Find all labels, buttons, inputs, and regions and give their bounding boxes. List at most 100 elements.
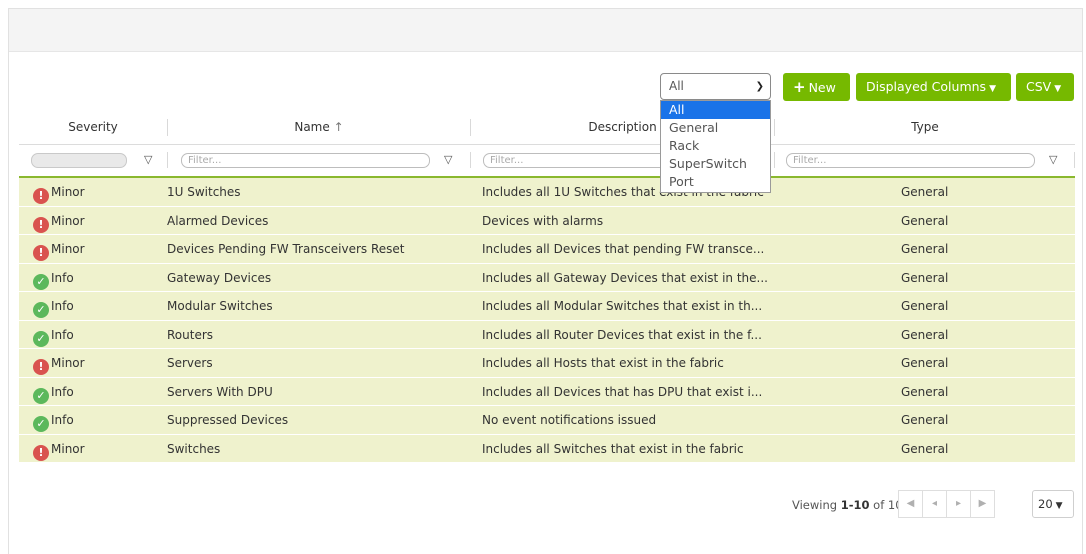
severity-label: Minor [51, 213, 85, 228]
column-header-name[interactable]: Name ↑ [168, 113, 470, 143]
severity-cell: ! Minor [33, 235, 153, 263]
type-filter-dropdown[interactable]: All General Rack SuperSwitch Port [660, 100, 771, 193]
table-row[interactable]: ! Minor 1U Switches Includes all 1U Switche… [19, 178, 1075, 207]
description-cell: Devices with alarms [482, 213, 604, 228]
warning-icon: ! [33, 245, 49, 261]
csv-label: CSV [1026, 79, 1052, 94]
severity-label: Info [51, 299, 74, 313]
severity-label: Minor [51, 356, 85, 370]
type-filter-input[interactable]: Filter... [786, 153, 1035, 168]
severity-label: Info [51, 413, 74, 427]
severity-filter-input[interactable] [31, 153, 127, 168]
name-cell: Suppressed Devices [167, 413, 289, 427]
table-row[interactable]: ! Minor Servers Includes all Hosts that exi… [19, 349, 1075, 378]
type-cell: General [901, 441, 949, 456]
prev-page-button[interactable]: ◂ [922, 490, 947, 518]
column-header-severity[interactable]: Severity [19, 113, 167, 143]
filter-divider [470, 152, 471, 168]
severity-cell: ✓ Info [33, 292, 153, 320]
table-row[interactable]: ✓ Info Routers Includes all Router Devices … [19, 320, 1075, 349]
check-circle-icon: ✓ [33, 330, 49, 347]
chevron-down-icon: ▼ [1055, 501, 1063, 511]
warning-icon: ! [33, 359, 49, 375]
name-cell: Routers [167, 327, 214, 342]
table-body: ! Minor 1U Switches Includes all 1U Switche… [19, 178, 1075, 463]
type-cell: General [901, 384, 949, 399]
filter-icon[interactable]: ▽ [1049, 153, 1057, 166]
table-row[interactable]: ✓ Info Servers With DPU Includes all Device… [19, 377, 1075, 406]
caret-down-icon: ▼ [989, 84, 996, 94]
name-cell: Alarmed Devices [167, 213, 269, 228]
severity-cell: ! Minor [33, 349, 153, 377]
first-page-icon: ◀​ [906, 498, 915, 509]
type-cell: General [901, 185, 949, 199]
chevron-down-icon: ❯ [755, 81, 764, 92]
dropdown-option[interactable]: Port [661, 173, 770, 191]
filter-divider [1074, 152, 1075, 168]
table-row[interactable]: ✓ Info Suppressed Devices No event notifica… [19, 406, 1075, 435]
last-page-button[interactable]: ▶ [970, 490, 995, 518]
viewing-prefix: Viewing [792, 498, 841, 512]
new-label: New [808, 80, 836, 95]
severity-label: Minor [51, 441, 85, 456]
warning-icon: ! [33, 216, 49, 233]
displayed-columns-button[interactable]: Displayed Columns ▼ [856, 73, 1011, 101]
description-cell: Includes all Hosts that exist in the fab… [482, 356, 724, 370]
first-page-button[interactable]: ◀​ [898, 490, 923, 518]
viewing-range: 1-10 [840, 498, 870, 512]
name-cell: Servers With DPU [167, 384, 273, 399]
severity-label: Info [51, 270, 74, 285]
last-page-icon: ▶ [978, 498, 987, 509]
name-cell: Devices Pending FW Transceivers Reset [167, 242, 405, 256]
name-cell: Servers [167, 356, 213, 370]
caret-down-icon: ▼ [1054, 84, 1062, 94]
filter-placeholder: Filter... [490, 155, 524, 166]
severity-cell: ✓ Info [33, 406, 153, 434]
description-cell: Includes all Switches that exist in the … [482, 441, 744, 456]
filter-placeholder: Filter... [188, 155, 222, 166]
top-bar [9, 9, 1082, 52]
severity-cell: ! Minor [33, 207, 153, 235]
severity-label: Info [51, 384, 74, 399]
check-circle-icon: ✓ [33, 273, 49, 290]
next-page-icon: ▸ [955, 498, 962, 509]
name-cell: 1U Switches [167, 185, 241, 199]
table-row[interactable]: ✓ Info Modular Switches Includes all Modula… [19, 292, 1075, 321]
type-cell: General [901, 213, 949, 228]
filter-icon[interactable]: ▽ [444, 153, 452, 166]
check-circle-icon: ✓ [33, 387, 49, 404]
table-row[interactable]: ! Minor Switches Includes all Switches that… [19, 434, 1075, 463]
check-circle-icon: ✓ [33, 302, 49, 318]
header-label: Description [588, 120, 657, 134]
column-header-type[interactable]: Type [775, 113, 1075, 143]
new-button[interactable]: + New [783, 73, 850, 101]
table-row[interactable]: ! Minor Devices Pending FW Transceivers Re… [19, 235, 1075, 264]
description-cell: Includes all Devices that has DPU that e… [482, 384, 763, 399]
filter-divider [774, 152, 775, 168]
severity-cell: ! Minor [33, 435, 153, 463]
type-cell: General [901, 299, 949, 313]
next-page-button[interactable]: ▸ [946, 490, 971, 518]
csv-button[interactable]: CSV ▼ [1016, 73, 1074, 101]
table-row[interactable]: ! Minor Alarmed Devices Devices with alarms… [19, 206, 1075, 235]
table-row[interactable]: ✓ Info Gateway Devices Includes all Gateway… [19, 263, 1075, 292]
type-filter-value: All [669, 79, 684, 93]
dropdown-option[interactable]: General [661, 119, 770, 137]
header-label: Name [294, 120, 330, 134]
dropdown-option[interactable]: SuperSwitch [661, 155, 770, 173]
filter-icon[interactable]: ▽ [144, 153, 152, 166]
warning-icon: ! [33, 444, 49, 461]
severity-label: Info [51, 327, 74, 342]
type-filter-select[interactable]: All ❯ [660, 73, 771, 100]
page-size-select[interactable]: 20 ▼ [1032, 490, 1074, 518]
severity-label: Minor [51, 185, 85, 199]
dropdown-option[interactable]: Rack [661, 137, 770, 155]
name-filter-input[interactable]: Filter... [181, 153, 430, 168]
sort-asc-icon: ↑ [333, 120, 344, 134]
check-circle-icon: ✓ [33, 416, 49, 432]
dropdown-option[interactable]: All [661, 101, 770, 119]
description-cell: Includes all Modular Switches that exist… [482, 299, 763, 313]
name-cell: Gateway Devices [167, 270, 272, 285]
prev-page-icon: ◂ [931, 498, 938, 509]
description-cell: Includes all Devices that pending FW tra… [482, 242, 765, 256]
